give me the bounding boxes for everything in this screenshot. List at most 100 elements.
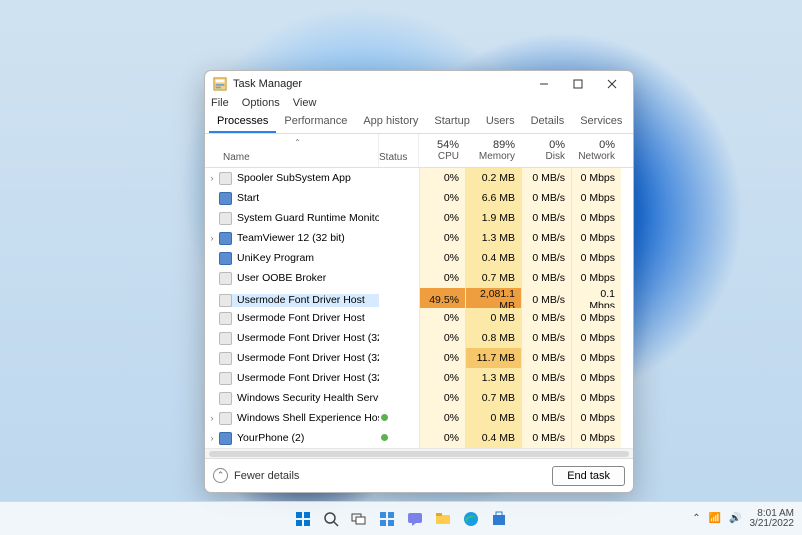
table-row[interactable]: Usermode Font Driver Host (32 bit)0%1.3 … (205, 368, 633, 388)
status-dot-icon (381, 434, 388, 441)
expand-icon[interactable]: › (205, 433, 219, 443)
disk-cell: 0 MB/s (521, 308, 571, 328)
menu-bar: File Options View (205, 97, 633, 112)
process-icon (219, 212, 232, 225)
table-row[interactable]: System Guard Runtime Monitor Br…0%1.9 MB… (205, 208, 633, 228)
process-grid: ⌃ Name Status 54%CPU 89%Memory 0%Disk 0%… (205, 134, 633, 458)
memory-cell: 1.3 MB (465, 228, 521, 248)
table-row[interactable]: Usermode Font Driver Host (32 bit)0%0.8 … (205, 328, 633, 348)
maximize-button[interactable] (561, 72, 595, 96)
expand-icon[interactable]: › (205, 413, 219, 423)
network-cell: 0 Mbps (571, 208, 621, 228)
cpu-cell: 0% (419, 408, 465, 428)
memory-cell: 0.4 MB (465, 428, 521, 448)
memory-cell: 1.9 MB (465, 208, 521, 228)
memory-cell: 11.7 MB (465, 348, 521, 368)
memory-cell: 0.2 MB (465, 168, 521, 188)
explorer-icon[interactable] (433, 509, 453, 529)
search-icon[interactable] (321, 509, 341, 529)
start-button[interactable] (293, 509, 313, 529)
col-status: Status (379, 134, 419, 167)
network-cell: 0 Mbps (571, 408, 621, 428)
table-row[interactable]: Usermode Font Driver Host0%0 MB0 MB/s0 M… (205, 308, 633, 328)
tab-details[interactable]: Details (523, 112, 573, 133)
horizontal-scrollbar[interactable] (205, 448, 633, 458)
tray-chevron-icon[interactable]: ⌃ (692, 513, 700, 524)
chat-icon[interactable] (405, 509, 425, 529)
col-disk[interactable]: 0%Disk (521, 139, 571, 162)
expand-icon[interactable]: › (205, 233, 219, 243)
network-cell: 0 Mbps (571, 228, 621, 248)
table-row[interactable]: UniKey Program0%0.4 MB0 MB/s0 Mbps (205, 248, 633, 268)
process-name: Usermode Font Driver Host (219, 312, 379, 325)
menu-file[interactable]: File (211, 97, 229, 109)
col-memory[interactable]: 89%Memory (465, 139, 521, 162)
tab-services[interactable]: Services (572, 112, 630, 133)
table-row[interactable]: Usermode Font Driver Host49.5%2,081.1 MB… (205, 288, 633, 308)
tray-network-icon[interactable]: 📶 (709, 513, 721, 524)
status-dot-icon (381, 414, 388, 421)
disk-cell: 0 MB/s (521, 208, 571, 228)
network-cell: 0 Mbps (571, 168, 621, 188)
network-cell: 0 Mbps (571, 388, 621, 408)
cpu-cell: 0% (419, 208, 465, 228)
tab-startup[interactable]: Startup (426, 112, 477, 133)
process-name: User OOBE Broker (219, 272, 379, 285)
tray-volume-icon[interactable]: 🔊 (729, 513, 741, 524)
fewer-details-button[interactable]: ⌃ Fewer details (213, 468, 299, 483)
process-icon (219, 272, 232, 285)
process-status (379, 432, 419, 444)
tab-app-history[interactable]: App history (355, 112, 426, 133)
table-row[interactable]: ›Spooler SubSystem App0%0.2 MB0 MB/s0 Mb… (205, 168, 633, 188)
clock[interactable]: 8:01 AM 3/21/2022 (750, 509, 795, 529)
cpu-cell: 0% (419, 228, 465, 248)
disk-cell: 0 MB/s (521, 268, 571, 288)
disk-cell: 0 MB/s (521, 348, 571, 368)
cpu-cell: 0% (419, 268, 465, 288)
cpu-cell: 0% (419, 328, 465, 348)
memory-cell: 1.3 MB (465, 368, 521, 388)
process-name: Usermode Font Driver Host (32 bit) (219, 352, 379, 365)
tab-processes[interactable]: Processes (209, 112, 276, 133)
table-row[interactable]: Usermode Font Driver Host (32 bit)0%11.7… (205, 348, 633, 368)
process-name: TeamViewer 12 (32 bit) (219, 232, 379, 245)
menu-options[interactable]: Options (242, 97, 280, 109)
tab-users[interactable]: Users (478, 112, 523, 133)
end-task-button[interactable]: End task (552, 466, 625, 486)
table-row[interactable]: ›TeamViewer 12 (32 bit)0%1.3 MB0 MB/s0 M… (205, 228, 633, 248)
close-button[interactable] (595, 72, 629, 96)
table-row[interactable]: Windows Security Health Service0%0.7 MB0… (205, 388, 633, 408)
chevron-up-icon: ⌃ (213, 468, 228, 483)
memory-cell: 6.6 MB (465, 188, 521, 208)
col-cpu[interactable]: 54%CPU (419, 139, 465, 162)
tab-performance[interactable]: Performance (276, 112, 355, 133)
task-manager-window: Task Manager File Options View Processes… (204, 70, 634, 493)
widgets-icon[interactable] (377, 509, 397, 529)
network-cell: 0 Mbps (571, 248, 621, 268)
process-name: Spooler SubSystem App (219, 172, 379, 185)
minimize-button[interactable] (527, 72, 561, 96)
store-icon[interactable] (489, 509, 509, 529)
footer: ⌃ Fewer details End task (205, 458, 633, 492)
process-icon (219, 232, 232, 245)
table-row[interactable]: User OOBE Broker0%0.7 MB0 MB/s0 Mbps (205, 268, 633, 288)
titlebar[interactable]: Task Manager (205, 71, 633, 97)
system-tray[interactable]: ⌃ 📶 🔊 8:01 AM 3/21/2022 (692, 509, 794, 529)
menu-view[interactable]: View (293, 97, 317, 109)
taskbar[interactable]: ⌃ 📶 🔊 8:01 AM 3/21/2022 (0, 501, 802, 535)
disk-cell: 0 MB/s (521, 328, 571, 348)
edge-icon[interactable] (461, 509, 481, 529)
disk-cell: 0 MB/s (521, 188, 571, 208)
task-view-icon[interactable] (349, 509, 369, 529)
col-network[interactable]: 0%Network (571, 139, 621, 162)
process-icon (219, 412, 232, 425)
cpu-cell: 0% (419, 388, 465, 408)
expand-icon[interactable]: › (205, 173, 219, 183)
process-name: UniKey Program (219, 252, 379, 265)
table-row[interactable]: ›Windows Shell Experience Host0%0 MB0 MB… (205, 408, 633, 428)
process-icon (219, 332, 232, 345)
column-headers[interactable]: ⌃ Name Status 54%CPU 89%Memory 0%Disk 0%… (205, 134, 633, 168)
table-row[interactable]: ›YourPhone (2)0%0.4 MB0 MB/s0 Mbps (205, 428, 633, 448)
process-name: Usermode Font Driver Host (32 bit) (219, 332, 379, 345)
table-row[interactable]: Start0%6.6 MB0 MB/s0 Mbps (205, 188, 633, 208)
